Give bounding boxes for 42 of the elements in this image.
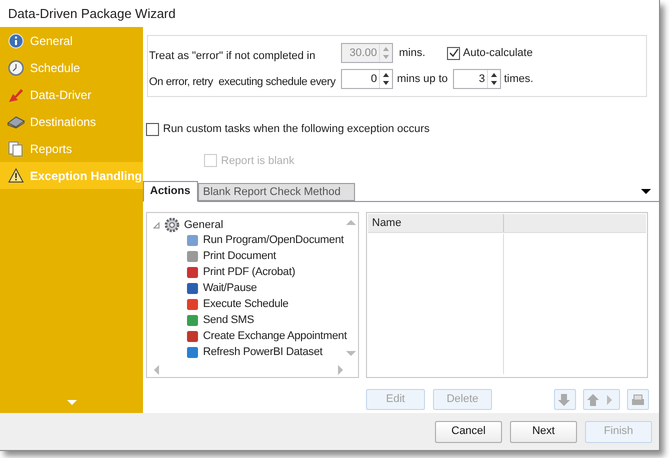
unit-label: times. (504, 72, 534, 86)
timeout-label: Treat as "error" if not completed in (149, 49, 316, 64)
unit-label: mins up to (397, 72, 449, 86)
move-down-icon[interactable] (554, 389, 576, 410)
retry-label: On error, retry executing schedule every (149, 74, 337, 90)
dropdown-icon[interactable] (641, 189, 651, 194)
tree-item[interactable]: Print PDF (Acrobat) (203, 264, 296, 280)
scroll-left-icon[interactable] (153, 365, 159, 375)
tree-item[interactable]: Run Program/OpenDocument (203, 232, 344, 248)
tree-item[interactable]: Create Exchange Appointment (203, 328, 347, 344)
spin-box[interactable]: 0 (341, 68, 393, 89)
footer-button[interactable]: Next (510, 420, 577, 442)
clock-icon (8, 60, 24, 76)
move-up-icon[interactable] (583, 389, 620, 410)
printer-icon[interactable] (627, 389, 649, 410)
tree-item[interactable]: Refresh PowerBI Dataset (203, 344, 323, 360)
checkbox-label: Report is blank (221, 154, 294, 168)
expander-icon[interactable] (153, 222, 160, 228)
tree-item[interactable]: Print Document (203, 248, 276, 264)
spin-box[interactable]: 3 (453, 68, 501, 89)
pages-icon (8, 140, 24, 156)
tree-item[interactable]: Execute Schedule (203, 296, 288, 312)
tree-item[interactable]: Wait/Pause (203, 280, 257, 296)
scroll-right-icon[interactable] (338, 365, 344, 375)
unit-label: mins. (399, 46, 426, 61)
window-title: Data-Driven Package Wizard (8, 4, 176, 23)
checkbox[interactable] (146, 122, 159, 136)
gear-icon (164, 217, 180, 233)
tree-item[interactable]: General (184, 216, 224, 234)
checkbox-label: Auto-calculate (463, 46, 533, 61)
footer-button[interactable]: Cancel (435, 420, 502, 442)
arrow-icon (8, 86, 24, 102)
book-icon (7, 114, 25, 128)
scroll-down-icon[interactable] (67, 400, 77, 405)
tab[interactable]: Blank Report Check Method (198, 183, 355, 201)
scroll-down-icon[interactable] (346, 351, 356, 357)
info-icon (8, 32, 24, 48)
scroll-up-icon[interactable] (346, 219, 356, 225)
tab[interactable]: Actions (143, 181, 198, 202)
warning-icon (8, 168, 24, 183)
checkbox-label: Run custom tasks when the following exception occurs (163, 122, 430, 137)
tree-item[interactable]: Send SMS (203, 312, 254, 328)
